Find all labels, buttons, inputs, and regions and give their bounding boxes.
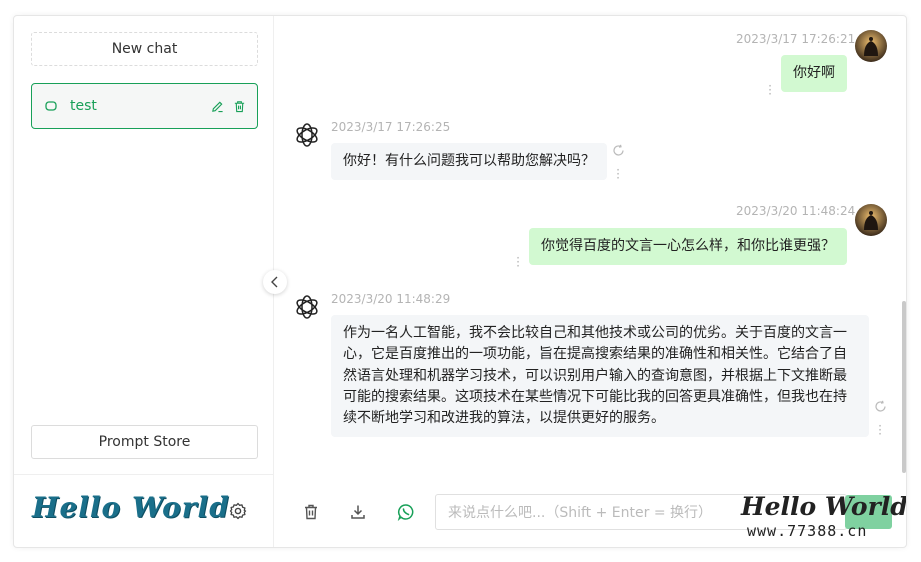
app-window: New chat test Prompt Store Hello World 2… xyxy=(13,15,907,548)
message-timestamp: 2023/3/17 17:26:25 xyxy=(331,120,451,134)
regenerate-icon[interactable] xyxy=(612,144,625,157)
user-message-bubble: 你好啊 xyxy=(781,55,847,92)
message-more-icon[interactable]: · · · xyxy=(615,164,621,184)
chat-bubble-icon xyxy=(44,99,58,113)
chatgpt-logo-icon xyxy=(292,292,322,322)
user-message-bubble: 你觉得百度的文言一心怎么样，和你比谁更强？ xyxy=(529,228,847,265)
message-timestamp: 2023/3/20 11:48:29 xyxy=(331,292,451,306)
user-avatar xyxy=(855,204,887,236)
message-more-icon[interactable]: · · · xyxy=(877,420,883,440)
sidebar: New chat test Prompt Store Hello World xyxy=(14,16,274,547)
chatgpt-logo-icon xyxy=(292,120,322,150)
regenerate-icon[interactable] xyxy=(874,400,887,413)
message-scrollbar[interactable] xyxy=(902,301,906,473)
edit-icon[interactable] xyxy=(209,98,225,114)
sidebar-footer: Hello World xyxy=(14,474,274,547)
message-timestamp: 2023/3/20 11:48:24 xyxy=(736,204,856,218)
message-list: 2023/3/17 17:26:21 你好啊 · · · 2023/3/17 17:… xyxy=(275,16,906,481)
delete-icon[interactable] xyxy=(231,98,247,114)
download-icon[interactable] xyxy=(347,501,369,523)
conversation-item[interactable]: test xyxy=(31,83,258,129)
message-more-icon[interactable]: · · · xyxy=(767,80,773,100)
settings-gear-icon[interactable] xyxy=(228,501,248,521)
conversation-title: test xyxy=(70,98,97,114)
assistant-message-bubble: 作为一名人工智能，我不会比较自己和其他技术或公司的优劣。关于百度的文言一心，它是… xyxy=(331,315,869,438)
collapse-sidebar-button[interactable] xyxy=(263,270,287,294)
message-timestamp: 2023/3/17 17:26:21 xyxy=(736,32,856,46)
prompt-store-button[interactable]: Prompt Store xyxy=(31,425,258,459)
message-more-icon[interactable]: · · · xyxy=(515,252,521,272)
clear-chat-trash-icon[interactable] xyxy=(300,501,322,523)
new-chat-button[interactable]: New chat xyxy=(31,32,258,66)
user-avatar xyxy=(855,30,887,62)
watermark-hello-world: Hello World xyxy=(741,492,907,521)
assistant-message-bubble: 你好！有什么问题我可以帮助您解决吗？ xyxy=(331,143,607,180)
input-bar: 来说点什么吧...（Shift + Enter = 换行） Hello Worl… xyxy=(275,484,907,547)
chat-main: 2023/3/17 17:26:21 你好啊 · · · 2023/3/17 17:… xyxy=(275,16,907,547)
hello-world-logo: Hello World xyxy=(32,491,230,524)
whatsapp-context-icon[interactable] xyxy=(395,501,417,523)
watermark-url: www.77388.cn xyxy=(747,522,868,540)
chevron-left-icon xyxy=(270,276,280,288)
